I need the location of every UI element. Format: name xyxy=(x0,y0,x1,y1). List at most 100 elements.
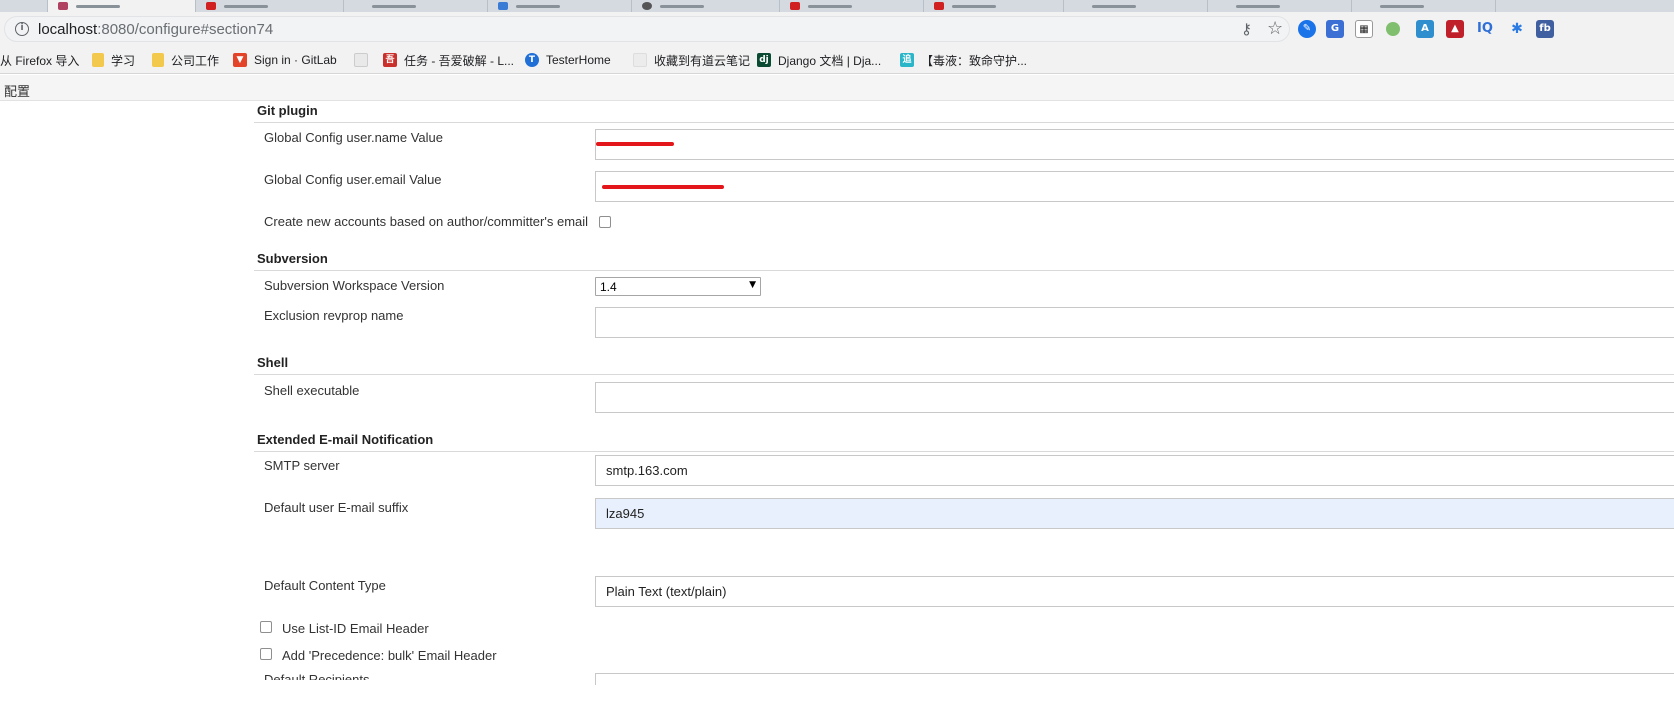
precedence-checkbox[interactable] xyxy=(260,648,272,660)
extension-icon[interactable]: ✎ xyxy=(1298,20,1316,38)
bookmark-label: Sign in · GitLab xyxy=(254,53,337,67)
iq-extension-icon[interactable]: IQ xyxy=(1476,20,1494,38)
browser-tab-strip xyxy=(0,0,1674,12)
django-icon: dj xyxy=(757,53,771,67)
section-header-git: Git plugin xyxy=(254,101,1674,123)
tab-favicon-icon xyxy=(206,2,216,10)
section-header-email: Extended E-mail Notification xyxy=(254,430,1674,452)
section-title: Subversion xyxy=(257,251,328,266)
tab-favicon-icon xyxy=(790,2,800,10)
bookmark-folder-work[interactable]: 公司工作 xyxy=(152,52,219,68)
svn-workspace-label: Subversion Workspace Version xyxy=(264,278,445,293)
bookmark-52pojie[interactable]: 吾 任务 - 吾爱破解 - L... xyxy=(383,52,514,68)
bookmark-testerhome[interactable]: T TesterHome xyxy=(525,52,611,68)
redaction-mark xyxy=(596,142,674,146)
breadcrumb-item-configure[interactable]: 配置 xyxy=(4,81,30,100)
green-extension-icon[interactable] xyxy=(1386,22,1400,36)
content-type-select[interactable]: Plain Text (text/plain) xyxy=(595,576,1674,607)
qr-extension-icon[interactable]: ▦ xyxy=(1355,20,1373,38)
browser-tab[interactable] xyxy=(632,0,780,12)
browser-tab[interactable] xyxy=(924,0,1064,12)
git-email-input[interactable] xyxy=(595,171,1674,202)
git-create-accounts-label: Create new accounts based on author/comm… xyxy=(264,214,589,229)
movie-icon: 追 xyxy=(900,53,914,67)
key-icon[interactable]: ⚷ xyxy=(1241,20,1252,38)
select-value: 1.4 xyxy=(600,280,617,294)
dictionary-extension-icon[interactable]: A xyxy=(1416,20,1434,38)
section-title: Shell xyxy=(257,355,289,370)
browser-tab[interactable] xyxy=(1064,0,1208,12)
browser-tab[interactable] xyxy=(780,0,924,12)
chart-extension-icon[interactable]: ▲ xyxy=(1446,20,1464,38)
jenkins-favicon-icon xyxy=(58,2,68,10)
bookmark-label: 【毒液：致命守护... xyxy=(921,53,1028,68)
bookmark-label: 收藏到有道云笔记 xyxy=(654,53,751,68)
new-tab-area[interactable] xyxy=(1496,0,1674,12)
bookmark-django[interactable]: dj Django 文档 | Dja... xyxy=(757,52,881,68)
url-path: :8080/configure#section74 xyxy=(97,21,274,38)
youdao-icon xyxy=(633,53,647,67)
folder-icon xyxy=(152,53,164,67)
browser-tab[interactable] xyxy=(344,0,488,12)
default-recipients-label: Default Recipients xyxy=(264,672,370,680)
section-title: Extended E-mail Notification xyxy=(257,432,434,447)
folder-icon xyxy=(92,53,104,67)
bookmark-star-icon[interactable]: ☆ xyxy=(1267,18,1283,39)
git-email-label: Global Config user.email Value xyxy=(264,172,442,187)
tab-favicon-icon xyxy=(498,2,508,10)
content-type-label: Default Content Type xyxy=(264,578,386,593)
tab-favicon-icon xyxy=(934,2,944,10)
shell-executable-label: Shell executable xyxy=(264,383,360,398)
browser-tab[interactable] xyxy=(0,0,48,12)
git-create-accounts-checkbox[interactable] xyxy=(599,216,611,228)
bookmark-label: 任务 - 吾爱破解 - L... xyxy=(404,53,515,68)
bookmark-placeholder[interactable] xyxy=(354,52,375,68)
shell-executable-input[interactable] xyxy=(595,382,1674,413)
dropdown-arrow-icon: ▼ xyxy=(749,280,756,290)
svn-workspace-select[interactable]: 1.4 ▼ xyxy=(595,277,761,296)
browser-tab-active[interactable] xyxy=(48,0,196,12)
bookmark-label: Django 文档 | Dja... xyxy=(778,53,882,68)
page-icon xyxy=(354,53,368,67)
fb-extension-icon[interactable]: fb xyxy=(1536,20,1554,38)
default-recipients-input[interactable] xyxy=(595,673,1674,685)
section-header-shell: Shell xyxy=(254,353,1674,375)
bookmark-folder-study[interactable]: 学习 xyxy=(92,52,135,68)
svn-revprop-label: Exclusion revprop name xyxy=(264,308,404,323)
bookmark-label: 公司工作 xyxy=(171,53,220,68)
git-username-input[interactable] xyxy=(595,129,1674,160)
bookmark-firefox-import[interactable]: 从 Firefox 导入 xyxy=(0,52,79,68)
site-info-icon[interactable]: i xyxy=(15,22,29,36)
list-id-checkbox[interactable] xyxy=(260,621,272,633)
section-header-subversion: Subversion xyxy=(254,249,1674,271)
precedence-label: Add 'Precedence: bulk' Email Header xyxy=(282,648,497,663)
bookmarks-bar: 从 Firefox 导入 学习 公司工作 ▼ Sign in · GitLab … xyxy=(0,46,1674,74)
translate-extension-icon[interactable]: G xyxy=(1326,20,1344,38)
bookmark-gitlab[interactable]: ▼ Sign in · GitLab xyxy=(233,52,337,68)
bookmark-label: TesterHome xyxy=(546,53,611,67)
smtp-server-label: SMTP server xyxy=(264,458,340,473)
bookmark-youdao[interactable]: 收藏到有道云笔记 xyxy=(633,52,750,68)
gitlab-icon: ▼ xyxy=(233,53,247,67)
svn-revprop-input[interactable] xyxy=(595,307,1674,338)
list-id-label: Use List-ID Email Header xyxy=(282,621,429,636)
email-suffix-input[interactable]: lza945 xyxy=(595,498,1674,529)
url-text[interactable]: localhost:8080/configure#section74 xyxy=(38,21,273,38)
breadcrumb: 配置 xyxy=(0,75,1674,101)
config-form: Git plugin Global Config user.name Value… xyxy=(254,101,1674,726)
testerhome-icon: T xyxy=(525,53,539,67)
email-suffix-label: Default user E-mail suffix xyxy=(264,500,409,515)
tab-favicon-icon xyxy=(642,2,652,10)
bookmark-movie[interactable]: 追 【毒液：致命守护... xyxy=(900,52,1027,68)
bookmark-label: 从 Firefox 导入 xyxy=(0,53,80,68)
smtp-server-input[interactable]: smtp.163.com xyxy=(595,455,1674,486)
section-title: Git plugin xyxy=(257,103,318,118)
browser-tab[interactable] xyxy=(196,0,344,12)
url-host: localhost xyxy=(38,21,98,38)
puzzle-extension-icon[interactable]: ✱ xyxy=(1508,20,1526,38)
browser-tab[interactable] xyxy=(488,0,632,12)
browser-tab[interactable] xyxy=(1352,0,1496,12)
bookmark-label: 学习 xyxy=(111,53,136,68)
browser-tab[interactable] xyxy=(1208,0,1352,12)
address-bar[interactable]: i localhost:8080/configure#section74 ⚷ ☆ xyxy=(4,16,1290,42)
